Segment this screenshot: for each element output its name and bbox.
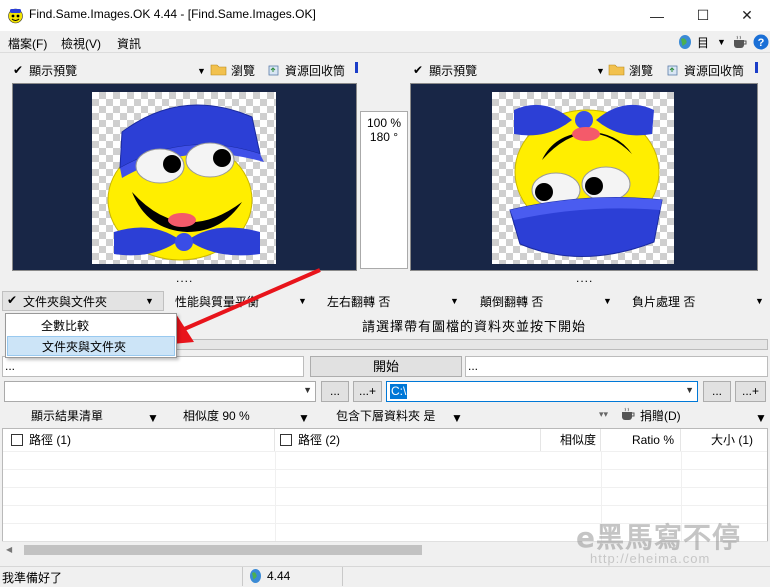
column-header-size1[interactable]: 大小 (1) [681, 429, 767, 451]
subfolders-dropdown-icon[interactable]: ▼ [451, 411, 463, 425]
dropdown-item-folder-folder[interactable]: 文件夾與文件夾 [7, 336, 175, 356]
right-path-dropdown-icon[interactable]: ▼ [685, 385, 694, 395]
coffee-icon[interactable] [732, 35, 748, 50]
right-browse-dots-button[interactable]: ... [703, 381, 731, 402]
flip-ud-dropdown-icon[interactable]: ▼ [603, 296, 612, 306]
right-show-preview-label[interactable]: 顯示預覽 [429, 62, 477, 79]
right-folder-icon[interactable] [608, 62, 625, 76]
minimize-button[interactable]: — [634, 0, 680, 31]
donate-dropdown-icon[interactable]: ▾▾ [599, 409, 608, 420]
close-button[interactable]: ✕ [724, 0, 770, 31]
column-header-path1[interactable]: 路徑 (1) [3, 429, 275, 451]
left-toolbar-overflow-icon[interactable] [355, 62, 358, 73]
similarity-dropdown-icon[interactable]: ▼ [298, 411, 310, 425]
globe-icon[interactable] [678, 34, 692, 50]
maximize-button[interactable]: ☐ [680, 0, 726, 31]
menu-info[interactable]: 資訊 [117, 35, 141, 52]
status-text: 我準備好了 [2, 571, 63, 585]
ratio-panel: 100 % 180 ° [360, 111, 408, 269]
start-button[interactable]: 開始 [310, 356, 462, 377]
status-separator [342, 567, 343, 586]
compare-mode-dropdown: 全數比較 文件夾與文件夾 [5, 313, 177, 358]
right-add-button[interactable]: ...+ [735, 381, 766, 402]
left-show-preview-label[interactable]: 顯示預覽 [29, 62, 77, 79]
window-title: Find.Same.Images.OK 4.44 - [Find.Same.Im… [29, 7, 316, 21]
left-preview-dropdown-icon[interactable]: ▼ [197, 66, 206, 76]
menu-file[interactable]: 檔案(F) [8, 35, 47, 52]
right-preview-dropdown-icon[interactable]: ▼ [596, 66, 605, 76]
left-browse-button[interactable]: 瀏覽 [231, 60, 255, 80]
scroll-left-icon[interactable]: ◀ [6, 545, 12, 554]
right-path-combobox[interactable]: C:\ ▼ [386, 381, 698, 402]
path2-checkbox[interactable] [280, 434, 292, 446]
left-folder-icon[interactable] [210, 62, 227, 76]
language-label[interactable]: 目 [697, 34, 709, 51]
column-header-similarity[interactable]: 相似度 [541, 429, 601, 451]
donate-coffee-icon[interactable] [620, 407, 636, 422]
right-recycle-button[interactable]: 資源回收筒 [684, 60, 744, 80]
left-preview-image [92, 92, 276, 264]
path1-checkbox[interactable] [11, 434, 23, 446]
negative-option[interactable]: 負片處理 否 [632, 293, 695, 310]
column-header-path2-label: 路徑 (2) [298, 433, 341, 447]
column-header-path2[interactable]: 路徑 (2) [275, 429, 541, 451]
flip-lr-dropdown-icon[interactable]: ▼ [450, 296, 459, 306]
table-divider [3, 505, 767, 506]
scrollbar-thumb[interactable] [24, 545, 422, 555]
dropdown-item-all[interactable]: 全數比較 [7, 316, 175, 336]
right-preview-dots[interactable]: .... [576, 271, 593, 285]
similarity-readout: 100 % [366, 116, 402, 130]
right-show-preview-check[interactable]: ✔ [413, 63, 423, 77]
donate-menu-dropdown-icon[interactable]: ▼ [755, 411, 767, 425]
subfolders-option[interactable]: 包含下層資料夾 是 [336, 407, 435, 424]
left-preview-toolbar: ✔ 顯示預覽 [13, 60, 77, 80]
right-preview-image [492, 92, 674, 264]
status-globe-icon [250, 569, 261, 583]
left-path-combobox[interactable]: ▼ [4, 381, 316, 402]
column-header-ratio[interactable]: Ratio % [601, 429, 681, 451]
flip-lr-option[interactable]: 左右翻轉 否 [327, 293, 390, 310]
status-separator [242, 567, 243, 586]
status-version: 4.44 [267, 569, 291, 583]
menu-view[interactable]: 檢視(V) [61, 35, 101, 52]
right-preview-toolbar: ✔ 顯示預覽 [413, 60, 477, 80]
angle-readout: 180 ° [369, 130, 399, 144]
table-divider [3, 487, 767, 488]
flip-ud-option[interactable]: 顛倒翻轉 否 [480, 293, 543, 310]
left-recycle-button[interactable]: 資源回收筒 [285, 60, 345, 80]
help-icon[interactable]: ? [753, 34, 769, 50]
right-browse-button[interactable]: 瀏覽 [629, 60, 653, 80]
right-folder-info-field: ... [465, 356, 768, 377]
left-browse-dots-button[interactable]: ... [321, 381, 349, 402]
left-recycle-icon[interactable] [267, 63, 280, 76]
result-list-dropdown-icon[interactable]: ▼ [147, 411, 159, 425]
negative-dropdown-icon[interactable]: ▼ [755, 296, 764, 306]
compare-mode-label[interactable]: 文件夾與文件夾 [23, 293, 107, 310]
right-toolbar-overflow-icon[interactable] [755, 62, 758, 73]
status-bar [0, 566, 770, 587]
right-recycle-icon[interactable] [666, 63, 679, 76]
watermark-url: http://eheima.com [590, 551, 711, 566]
language-dropdown-icon[interactable]: ▼ [717, 37, 726, 47]
left-path-dropdown-icon[interactable]: ▼ [303, 385, 312, 395]
left-show-preview-check[interactable]: ✔ [13, 63, 23, 77]
column-header-path1-label: 路徑 (1) [29, 433, 72, 447]
donate-button[interactable]: 捐贈(D) [640, 407, 681, 424]
right-path-value[interactable]: C:\ [390, 384, 408, 399]
result-list-option[interactable]: 顯示結果清單 [31, 407, 103, 424]
compare-mode-check-icon: ✔ [7, 293, 18, 307]
left-add-button[interactable]: ...+ [353, 381, 382, 402]
app-icon [8, 8, 23, 24]
table-divider [3, 451, 767, 452]
menu-bar [0, 31, 770, 53]
similarity-option[interactable]: 相似度 90 % [183, 407, 250, 424]
watermark-brand: e黑馬寫不停 [576, 521, 741, 554]
svg-text:?: ? [758, 37, 765, 49]
table-divider [3, 469, 767, 470]
